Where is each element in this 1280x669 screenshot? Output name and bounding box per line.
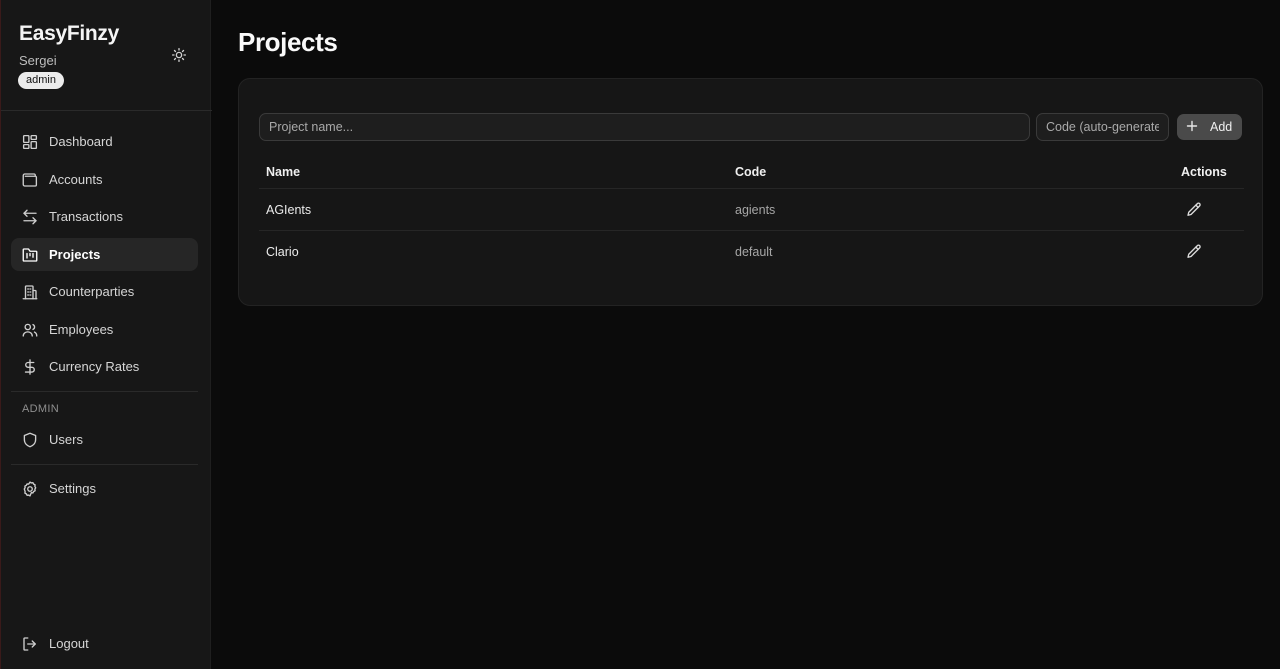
building-icon: [21, 283, 39, 301]
arrows-left-right-icon: [21, 208, 39, 226]
sidebar-item-label: Employees: [49, 322, 114, 337]
plus-icon: [1186, 120, 1198, 132]
sidebar-divider: [11, 464, 198, 465]
role-badge: admin: [18, 72, 64, 89]
sidebar-item-settings[interactable]: Settings: [11, 472, 198, 505]
page-title: Projects: [238, 27, 338, 57]
sidebar-item-transactions[interactable]: Transactions: [11, 200, 198, 233]
edit-pencil-icon[interactable]: [1185, 201, 1203, 219]
project-code-cell: agients: [735, 203, 776, 217]
column-header-actions: Actions: [1181, 165, 1227, 179]
sidebar-item-employees[interactable]: Employees: [11, 313, 198, 346]
sidebar-item-currency-rates[interactable]: Currency Rates: [11, 350, 198, 383]
add-button-label: Add: [1210, 120, 1233, 134]
dollar-icon: [21, 358, 39, 376]
column-header-code: Code: [735, 165, 767, 179]
dashboard-icon: [21, 133, 39, 151]
sidebar-item-label: Users: [49, 432, 83, 447]
folder-kanban-icon: [21, 246, 39, 264]
edit-pencil-icon[interactable]: [1185, 243, 1203, 261]
table-divider: [259, 230, 1244, 231]
admin-section-label: ADMIN: [22, 403, 59, 415]
app-brand: EasyFinzy: [19, 22, 120, 45]
sidebar-item-label: Settings: [49, 481, 96, 496]
logout-icon: [21, 635, 39, 653]
projects-card: Add Name Code Actions AGIents agients Cl…: [238, 78, 1263, 306]
project-name-cell: Clario: [266, 245, 299, 259]
sidebar-divider: [1, 110, 212, 111]
project-name-cell: AGIents: [266, 203, 312, 217]
project-code-cell: default: [735, 245, 773, 259]
sidebar-item-label: Projects: [49, 247, 101, 262]
sidebar-item-label: Currency Rates: [49, 359, 140, 374]
users-icon: [21, 321, 39, 339]
sidebar-divider: [11, 391, 198, 392]
sidebar-item-label: Counterparties: [49, 284, 135, 299]
sidebar-item-projects[interactable]: Projects: [11, 238, 198, 271]
add-project-button[interactable]: Add: [1177, 114, 1242, 140]
project-code-input[interactable]: [1036, 113, 1169, 141]
column-header-name: Name: [266, 165, 301, 179]
sidebar-item-counterparties[interactable]: Counterparties: [11, 275, 198, 308]
user-name: Sergei: [19, 53, 57, 68]
logout-button[interactable]: Logout: [11, 627, 198, 660]
sidebar-item-dashboard[interactable]: Dashboard: [11, 125, 198, 158]
project-name-input[interactable]: [259, 113, 1030, 141]
sidebar-item-label: Transactions: [49, 209, 123, 224]
sidebar-item-users[interactable]: Users: [11, 423, 198, 456]
sidebar-item-label: Dashboard: [49, 134, 113, 149]
theme-toggle-sun-icon[interactable]: [170, 46, 188, 64]
sidebar-item-label: Accounts: [49, 172, 103, 187]
sidebar: EasyFinzy Sergei admin Dashboard Account…: [0, 0, 212, 669]
shield-icon: [21, 431, 39, 449]
table-divider: [259, 188, 1244, 189]
gear-icon: [21, 480, 39, 498]
sidebar-item-label: Logout: [49, 636, 89, 651]
sidebar-item-accounts[interactable]: Accounts: [11, 163, 198, 196]
wallet-icon: [21, 171, 39, 189]
